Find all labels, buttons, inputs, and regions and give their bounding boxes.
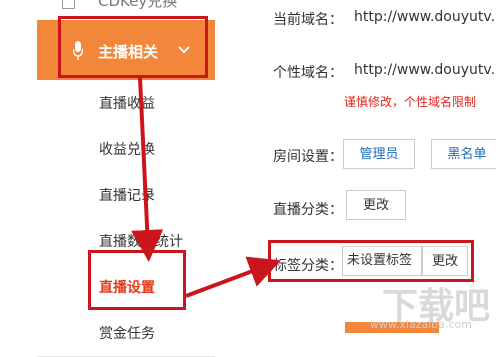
annotation-arrow-right xyxy=(185,256,281,298)
watermark-url: www.xiazaiba.com xyxy=(369,318,472,331)
annotation-arrow-down xyxy=(131,77,164,262)
